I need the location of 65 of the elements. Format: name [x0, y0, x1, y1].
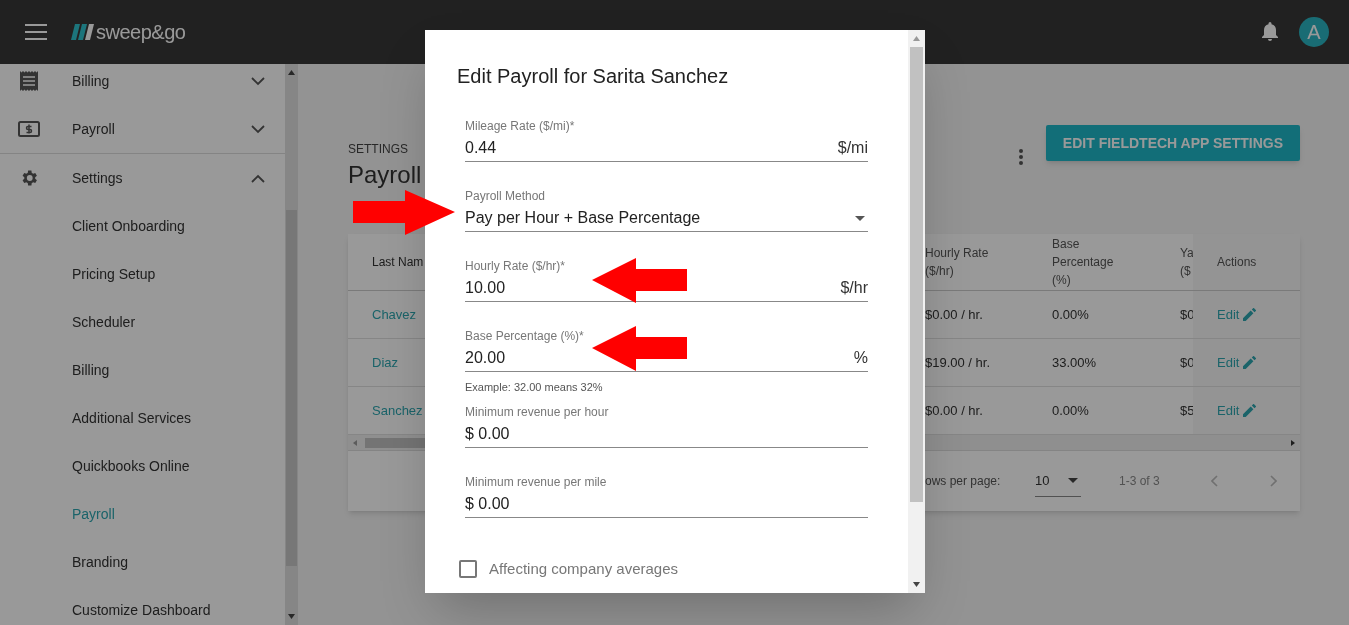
dropdown-icon	[855, 215, 865, 221]
column-header: Actions	[1217, 254, 1257, 271]
money-icon	[18, 121, 40, 137]
sidebar-subitem[interactable]: Customize Dashboard	[0, 586, 285, 625]
pencil-icon	[1243, 404, 1257, 417]
column-header: Hourly Rate ($/hr)	[925, 245, 990, 280]
dialog-scrollbar[interactable]	[908, 30, 925, 593]
field-label: Base Percentage (%)*	[465, 329, 585, 343]
page-title: Payroll	[348, 160, 422, 190]
rows-per-page-label: ows per page:	[925, 473, 1002, 490]
sidebar-subitem[interactable]: Billing	[0, 346, 285, 394]
input-field[interactable]: $ 0.00	[465, 490, 868, 518]
receipt-icon	[20, 71, 38, 91]
input-field[interactable]: 0.44 $/mi	[465, 135, 868, 162]
bell-icon[interactable]	[1261, 22, 1279, 42]
table-cell-text: $5	[1180, 401, 1193, 420]
table-cell-text: 0.00%	[1052, 401, 1089, 420]
pencil-icon	[1243, 308, 1257, 321]
column-header: Last Nam	[372, 254, 424, 271]
scrollbar[interactable]	[285, 64, 298, 625]
field-label: Payroll Method	[465, 189, 547, 203]
dialog-title: Edit Payroll for Sarita Sanchez	[457, 64, 730, 89]
scrollbar-thumb[interactable]	[910, 47, 923, 502]
column-header: Base Percentage (%)	[1052, 236, 1115, 289]
menu-icon[interactable]	[25, 24, 47, 40]
sidebar-subitem[interactable]: Additional Services	[0, 394, 285, 442]
scroll-up-icon[interactable]	[913, 36, 920, 41]
sidebar-subitem[interactable]: Scheduler	[0, 298, 285, 346]
field-label: Minimum revenue per hour	[465, 404, 610, 419]
page-range: 1-3 of 3	[1119, 473, 1160, 490]
rows-per-page-select[interactable]: 10	[1035, 465, 1081, 497]
sidebar-item[interactable]: Payroll	[0, 105, 285, 153]
input-field[interactable]: $ 0.00	[465, 420, 868, 448]
table-cell-text: $0	[1180, 353, 1193, 372]
more-options-icon[interactable]	[1018, 149, 1023, 165]
scrollbar-thumb[interactable]	[286, 210, 297, 566]
sidebar-item[interactable]: Billing	[0, 64, 285, 105]
field-label: Hourly Rate ($/hr)*	[465, 259, 567, 273]
table-cell-text: $0.00 / hr.	[925, 401, 983, 420]
breadcrumb: SETTINGS	[348, 141, 409, 158]
sidebar-item[interactable]: Settings	[0, 154, 285, 202]
column-header: Ya ($	[1180, 245, 1193, 280]
field-hint: Example: 32.00 means 32%	[465, 380, 604, 395]
sidebar-subitem[interactable]: Branding	[0, 538, 285, 586]
table-cell-text: $19.00 / hr.	[925, 353, 991, 372]
logo-text: sweep&go	[96, 20, 186, 45]
payroll-method-select[interactable]: Pay per Hour + Base Percentage	[465, 205, 868, 232]
logo-icon	[71, 24, 95, 40]
scroll-down-icon[interactable]	[913, 582, 920, 587]
scroll-down-icon[interactable]	[288, 614, 295, 619]
dropdown-icon	[1068, 478, 1078, 483]
sidebar-subitem[interactable]: Client Onboarding	[0, 202, 285, 250]
sidebar-subitem[interactable]: Quickbooks Online	[0, 442, 285, 490]
field-label: Minimum revenue per mile	[465, 474, 608, 489]
pencil-icon	[1243, 356, 1257, 369]
checkbox-label: Affecting company averages	[489, 558, 678, 579]
table-cell-text: $0	[1180, 305, 1193, 324]
table-cell-text: 33.00%	[1052, 353, 1097, 372]
field-label: Mileage Rate ($/mi)*	[465, 119, 576, 133]
scroll-up-icon[interactable]	[288, 70, 295, 75]
checkbox[interactable]	[459, 559, 477, 578]
table-cell-text: 0.00%	[1052, 305, 1089, 324]
sidebar-subitem[interactable]: Pricing Setup	[0, 250, 285, 298]
scroll-right-icon[interactable]	[1291, 440, 1295, 446]
table-cell-text: $0.00 / hr.	[925, 305, 983, 324]
